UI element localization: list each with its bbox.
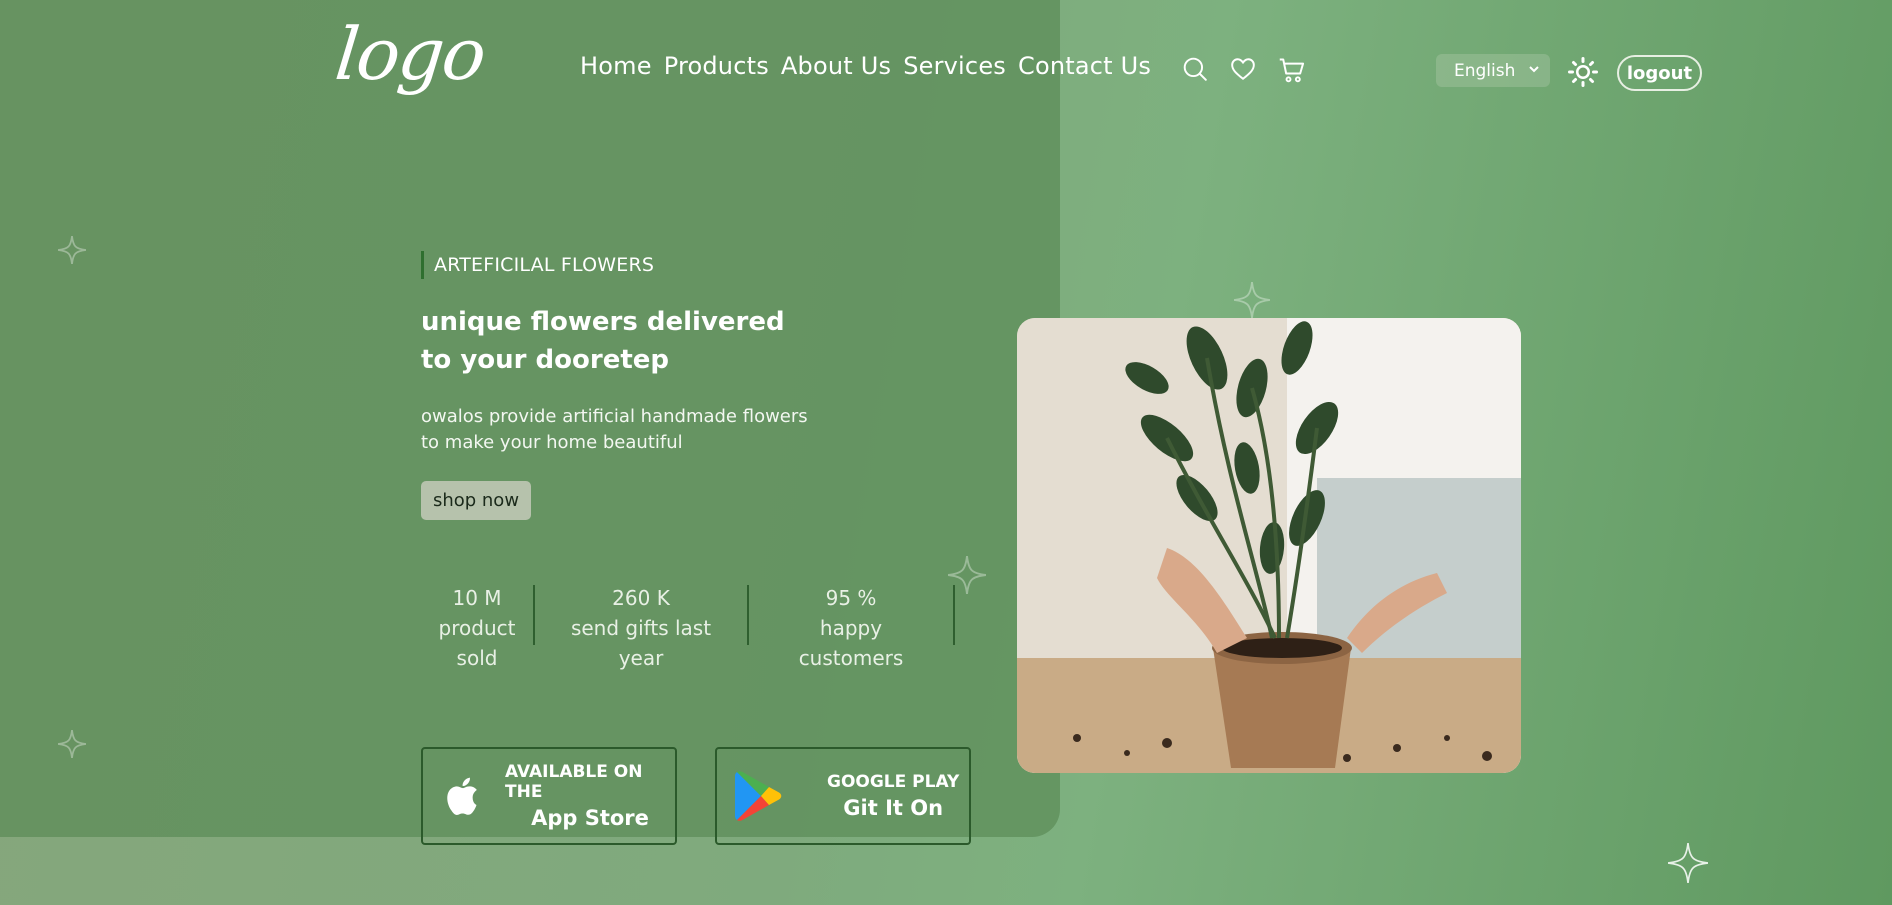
store-bottom-label: Git It On [843,796,944,820]
nav-home[interactable]: Home [580,54,652,78]
stat-item: 10 M product sold [421,583,533,673]
logout-button[interactable]: logout [1617,55,1702,91]
headline-line: unique flowers delivered [421,307,785,337]
stat-label: sold [456,646,498,670]
app-store-button[interactable]: AVAILABLE ON THE App Store [421,747,677,845]
hero-headline: unique flowers delivered to your doorete… [421,303,785,379]
sparkle-icon [58,236,86,264]
stat-label: product [438,616,516,640]
nav-services[interactable]: Services [903,54,1006,78]
stat-item: 260 K send gifts last year [535,583,747,673]
nav-contact-us[interactable]: Contact Us [1018,54,1151,78]
store-bottom-label: App Store [531,806,649,830]
logo[interactable]: logo [332,12,489,96]
google-play-icon [733,769,785,823]
hero-plant-image [1017,318,1521,773]
nav-about-us[interactable]: About Us [781,54,891,78]
app-store-text: AVAILABLE ON THE App Store [505,762,675,830]
store-top-label: AVAILABLE ON THE [505,762,643,802]
sparkle-icon [58,730,86,758]
description-line: to make your home beautiful [421,432,683,453]
cart-icon[interactable] [1278,56,1305,83]
hero-description: owalos provide artificial handmade flowe… [421,404,808,456]
language-select[interactable]: English [1436,54,1550,87]
google-play-text: GOOGLE PLAY Git It On [827,772,959,820]
stat-value: 95 % [825,586,877,610]
header-icons [1182,56,1305,83]
stat-label: year [618,646,664,670]
chevron-down-icon [1526,61,1542,77]
stat-label: send gifts last [570,616,712,640]
stat-value: 10 M [452,586,502,610]
language-value: English [1454,60,1516,81]
sparkle-icon [1668,843,1708,883]
stat-divider [953,585,955,645]
store-top-label: GOOGLE PLAY [827,772,960,792]
shop-now-button[interactable]: shop now [421,481,531,520]
google-play-button[interactable]: GOOGLE PLAY Git It On [715,747,971,845]
nav-products[interactable]: Products [664,54,769,78]
stat-value: 260 K [612,586,670,610]
stat-label: happy [819,616,883,640]
stat-label: customers [798,646,904,670]
hero-eyebrow: ARTEFICILAL FLOWERS [421,251,654,279]
headline-line: to your dooretep [421,345,670,375]
description-line: owalos provide artificial handmade flowe… [421,406,808,427]
heart-icon[interactable] [1230,56,1256,82]
sparkle-icon [1234,282,1270,318]
stats-row: 10 M product sold 260 K send gifts last … [421,583,955,673]
main-nav: Home Products About Us Services Contact … [580,54,1151,78]
stat-item: 95 % happy customers [749,583,953,673]
search-icon[interactable] [1182,56,1208,82]
apple-icon [441,771,487,821]
sun-icon[interactable] [1568,57,1598,87]
